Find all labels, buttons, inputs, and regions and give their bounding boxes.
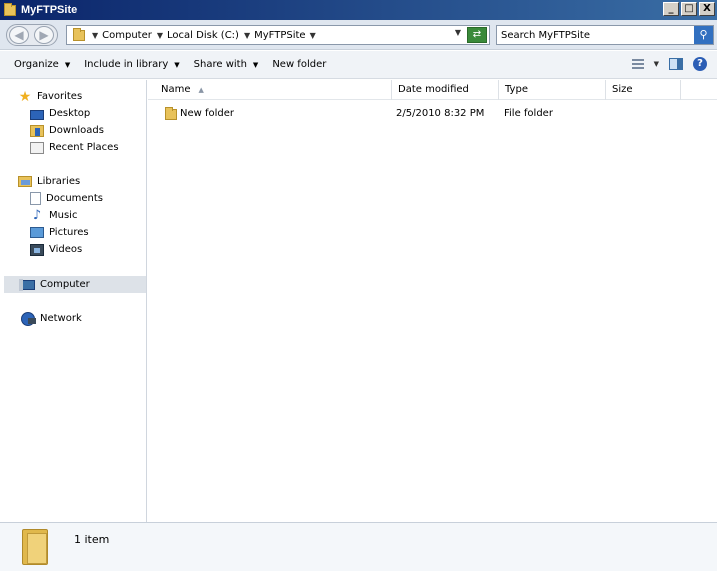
chevron-down-icon[interactable]: ▼ [253, 61, 258, 69]
details-pane: 1 item [0, 522, 717, 571]
network-icon [21, 311, 36, 326]
share-with-button[interactable]: Share with ▼ [194, 59, 259, 70]
computer-icon [19, 279, 35, 291]
title-bar: MyFTPSite _ □ X [0, 0, 717, 20]
organize-button[interactable]: Organize ▼ [14, 59, 70, 70]
change-view-icon[interactable] [631, 59, 644, 69]
search-input[interactable] [501, 28, 686, 42]
file-list: Name ▲ Date modified Type Size New folder… [148, 80, 717, 522]
nav-item-computer[interactable]: Computer [4, 276, 146, 293]
desktop-icon [30, 109, 44, 120]
address-bar[interactable]: ▼ Computer ▼ Local Disk (C:) ▼ MyFTPSite ▼ ▼… [66, 25, 490, 45]
forward-button[interactable]: ▶ [34, 26, 54, 44]
item-count: 1 item [74, 533, 110, 546]
file-type: File folder [504, 108, 553, 119]
nav-item-documents[interactable]: Documents [30, 190, 143, 207]
navigation-pane: ★ Favorites Desktop Downloads Recent Plac… [0, 80, 147, 522]
chevron-right-icon[interactable]: ▼ [92, 31, 98, 40]
address-dropdown-icon[interactable]: ▼ [455, 28, 461, 37]
nav-item-music[interactable]: ♪ Music [30, 207, 143, 224]
breadcrumb-local-disk[interactable]: ▼ Local Disk (C:) [157, 30, 239, 41]
nav-item-network[interactable]: Network [21, 310, 143, 327]
column-name[interactable]: Name ▲ [148, 80, 392, 100]
refresh-button[interactable]: ⇄ [467, 27, 487, 43]
include-in-library-button[interactable]: Include in library ▼ [84, 59, 179, 70]
nav-item-favorites[interactable]: ★ Favorites [18, 88, 143, 105]
search-box[interactable]: ⚲ [496, 25, 714, 45]
window-title: MyFTPSite [21, 4, 78, 16]
file-name[interactable]: New folder [180, 104, 234, 124]
folder-icon [2, 2, 18, 18]
view-controls: ▼ ? [631, 57, 707, 71]
nav-item-videos[interactable]: Videos [30, 241, 143, 258]
column-type[interactable]: Type [499, 80, 606, 100]
breadcrumb-computer[interactable]: ▼ Computer [92, 30, 152, 41]
nav-item-desktop[interactable]: Desktop [30, 105, 143, 122]
window-controls: _ □ X [663, 2, 715, 16]
folder-icon [164, 107, 178, 121]
close-button[interactable]: X [699, 2, 715, 16]
libraries-icon [18, 176, 32, 187]
breadcrumb-myftpsite[interactable]: ▼ MyFTPSite ▼ [244, 30, 320, 41]
navigation-buttons: ◀ ▶ [6, 24, 58, 46]
videos-icon [30, 243, 44, 256]
table-row[interactable]: New folder 2/5/2010 8:32 PM File folder [148, 104, 717, 124]
minimize-button[interactable]: _ [663, 2, 679, 16]
pictures-icon [30, 227, 44, 238]
music-icon: ♪ [32, 207, 42, 223]
command-bar: Organize ▼ Include in library ▼ Share with… [0, 51, 717, 79]
address-row: ◀ ▶ ▼ Computer ▼ Local Disk (C:) ▼ MyFTPSit… [0, 20, 717, 50]
star-icon: ★ [18, 88, 32, 105]
nav-item-libraries[interactable]: Libraries [18, 173, 143, 190]
help-icon[interactable]: ? [693, 57, 707, 71]
maximize-button[interactable]: □ [681, 2, 697, 16]
column-size[interactable]: Size [606, 80, 681, 100]
chevron-down-icon[interactable]: ▼ [310, 31, 316, 40]
search-icon[interactable]: ⚲ [694, 26, 713, 44]
folder-icon [22, 529, 48, 565]
sort-ascending-icon: ▲ [198, 86, 204, 94]
nav-item-downloads[interactable]: Downloads [30, 122, 143, 139]
nav-item-pictures[interactable]: Pictures [30, 224, 143, 241]
chevron-right-icon[interactable]: ▼ [244, 31, 250, 40]
back-button[interactable]: ◀ [9, 26, 29, 44]
file-date-modified: 2/5/2010 8:32 PM [396, 108, 485, 119]
nav-item-recent-places[interactable]: Recent Places [30, 139, 143, 156]
column-date-modified[interactable]: Date modified [392, 80, 499, 100]
documents-icon [30, 192, 41, 205]
column-header-row: Name ▲ Date modified Type Size [148, 80, 717, 100]
chevron-down-icon[interactable]: ▼ [174, 61, 179, 69]
chevron-down-icon[interactable]: ▼ [654, 60, 659, 68]
chevron-down-icon[interactable]: ▼ [65, 61, 70, 69]
recent-places-icon [30, 141, 44, 154]
preview-pane-icon[interactable] [669, 58, 683, 70]
new-folder-button[interactable]: New folder [272, 59, 326, 70]
folder-icon [71, 27, 87, 43]
downloads-icon [30, 124, 44, 137]
chevron-right-icon[interactable]: ▼ [157, 31, 163, 40]
